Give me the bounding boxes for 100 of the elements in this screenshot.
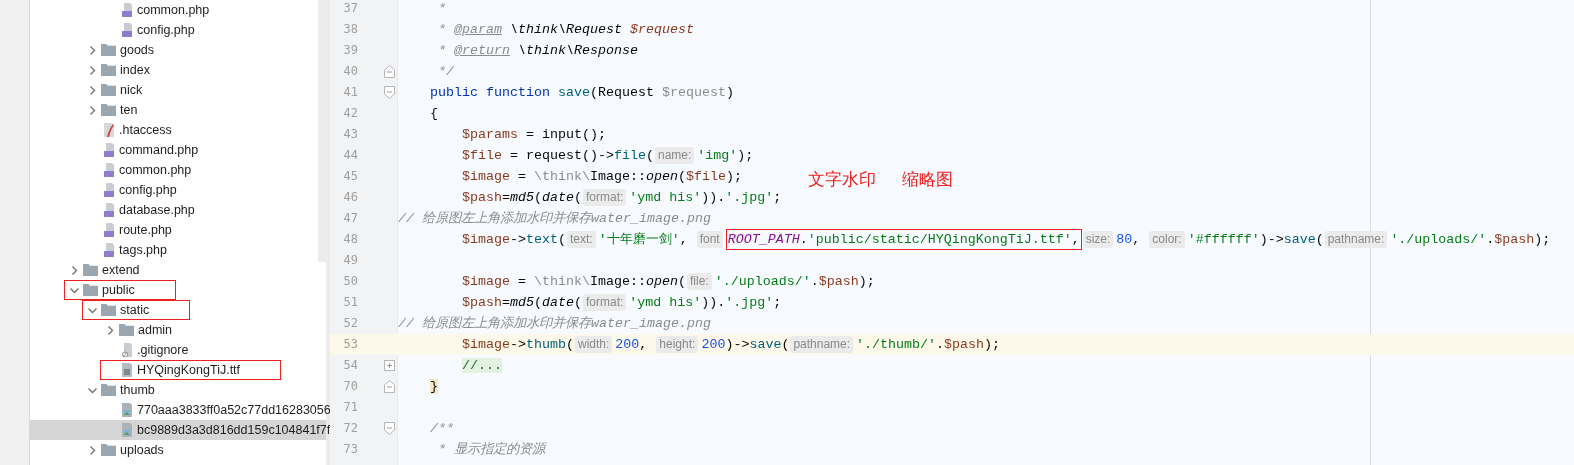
file-icon (104, 223, 114, 237)
code-text: $pash=md5(date( (462, 294, 582, 312)
parameter-hint: file: (687, 273, 712, 290)
code-text: '#ffffff')->save( (1187, 231, 1324, 249)
chevron-icon[interactable] (87, 45, 97, 55)
tree-row[interactable]: tags.php (30, 240, 318, 260)
parameter-hint: font (696, 231, 723, 248)
line-number: 49 (342, 252, 358, 269)
parameter-hint: pathname: (790, 336, 854, 353)
file-name: uploads (120, 442, 164, 458)
file-name: thumb (120, 382, 155, 398)
parameter-hint: format: (583, 189, 627, 206)
tree-row[interactable]: HYQingKongTiJ.ttf (30, 360, 326, 380)
chevron-icon[interactable] (87, 85, 97, 95)
file-icon (104, 123, 114, 137)
line-number: 37 (342, 0, 358, 17)
line-number: 73 (342, 441, 358, 458)
code-text: $image = \think\Image::open( (462, 273, 686, 291)
tree-row[interactable]: nick (30, 80, 318, 100)
tree-row[interactable]: config.php (30, 20, 318, 40)
tree-row[interactable]: public (30, 280, 326, 300)
folder-icon (83, 264, 98, 276)
line-number: 44 (342, 147, 358, 164)
line-number: 43 (342, 126, 358, 143)
tree-row[interactable]: goods (30, 40, 318, 60)
code-text: * @param \think\Request $request (438, 21, 694, 39)
parameter-hint: color: (1149, 231, 1185, 248)
tree-row[interactable]: route.php (30, 220, 318, 240)
file-name: public (102, 282, 135, 298)
code-text: $file = request()->file( (462, 147, 654, 165)
parameter-hint: size: (1082, 231, 1114, 248)
code-text: public function save(Request $request) (430, 84, 734, 102)
code-text: /** (430, 420, 454, 438)
code-text: { (430, 105, 438, 123)
tree-row[interactable]: ten (30, 100, 318, 120)
file-name: .gitignore (137, 342, 189, 358)
code-text: * (438, 0, 446, 18)
parameter-hint: width: (575, 336, 613, 353)
file-name: .htaccess (119, 122, 172, 138)
parameter-hint: name: (655, 147, 695, 164)
file-icon (122, 403, 132, 417)
code-text: $params = input(); (462, 126, 606, 144)
code-text: './uploads/'.$pash); (714, 273, 875, 291)
line-number: 38 (342, 21, 358, 38)
folder-icon (83, 284, 98, 296)
file-icon (122, 423, 132, 437)
line-number: 53 (342, 336, 358, 353)
tree-row[interactable]: command.php (30, 140, 318, 160)
tree-row[interactable]: config.php (30, 180, 318, 200)
tree-row[interactable]: database.php (30, 200, 318, 220)
file-icon (122, 343, 132, 357)
tree-row[interactable]: common.php (30, 0, 318, 20)
chevron-icon[interactable] (69, 285, 79, 295)
line-number: 41 (342, 84, 358, 101)
file-name: command.php (119, 142, 199, 158)
chevron-icon[interactable] (87, 305, 97, 315)
parameter-hint: format: (583, 294, 627, 311)
file-icon (122, 3, 132, 17)
tree-row[interactable]: static (30, 300, 326, 320)
code-text: $image = \think\Image::open($file); (462, 168, 742, 186)
tree-row[interactable]: uploads (30, 440, 326, 460)
folder-icon (101, 104, 116, 116)
line-number: 46 (342, 189, 358, 206)
file-icon (104, 203, 114, 217)
file-name: goods (120, 42, 155, 58)
file-name: HYQingKongTiJ.ttf (137, 362, 241, 378)
line-number: 54 (342, 357, 358, 374)
code-text: //... (462, 357, 502, 375)
folder-icon (101, 444, 116, 456)
chevron-icon[interactable] (87, 445, 97, 455)
tree-row[interactable]: .gitignore (30, 340, 326, 360)
folder-icon (101, 304, 116, 316)
parameter-hint: height: (656, 336, 699, 353)
chevron-icon[interactable] (105, 325, 115, 335)
line-number: 71 (342, 399, 358, 416)
chevron-icon[interactable] (69, 265, 79, 275)
code-text: './uploads/'.$pash); (1390, 231, 1551, 249)
tree-row[interactable]: thumb (30, 380, 326, 400)
tree-row[interactable]: extend (30, 260, 326, 280)
chevron-icon[interactable] (87, 65, 97, 75)
code-text: '十年磨一剑', (598, 231, 689, 249)
file-name: database.php (119, 202, 195, 218)
file-name: tags.php (119, 242, 167, 258)
tree-row[interactable]: .htaccess (30, 120, 318, 140)
code-text: ROOT_PATH.'public/static/HYQingKongTiJ.ttf', (725, 229, 1082, 250)
file-name: 770aaa3833ff0a52c77dd16283056 (137, 402, 331, 418)
line-number: 70 (342, 378, 358, 395)
tree-row[interactable]: index (30, 60, 318, 80)
chevron-icon[interactable] (87, 385, 97, 395)
parameter-hint: pathname: (1324, 231, 1388, 248)
line-number: 48 (342, 231, 358, 248)
parameter-hint: text: (567, 231, 596, 248)
tree-row[interactable]: common.php (30, 160, 318, 180)
expand-icon[interactable] (384, 360, 395, 371)
code-text: 200, (615, 336, 649, 354)
file-icon (104, 143, 114, 157)
chevron-icon[interactable] (87, 105, 97, 115)
tree-row[interactable]: admin (30, 320, 326, 340)
file-name: ten (120, 102, 138, 118)
code-text: * 显示指定的资源 (438, 441, 545, 459)
